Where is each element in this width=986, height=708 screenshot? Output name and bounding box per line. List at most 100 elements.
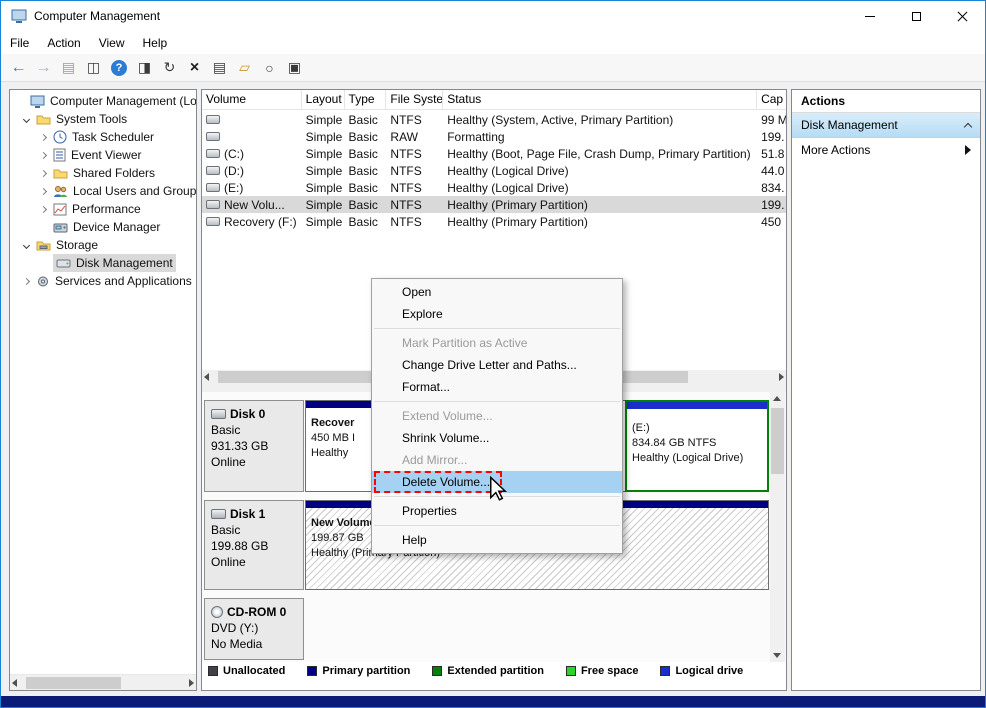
properties-icon[interactable]: ▤ xyxy=(207,56,232,80)
minimize-icon xyxy=(865,16,875,17)
graphical-view-vertical-scrollbar[interactable] xyxy=(770,392,785,662)
volume-icon xyxy=(206,132,220,141)
actions-section-disk-management[interactable]: Disk Management xyxy=(792,113,980,138)
legend-free-space: Free space xyxy=(566,665,638,677)
volume-table: SimpleBasic NTFSHealthy (System, Active,… xyxy=(202,111,786,230)
actions-panel: Actions Disk Management More Actions xyxy=(791,89,981,691)
tree-item-task-scheduler[interactable]: Task Scheduler xyxy=(10,128,196,146)
mouse-cursor-icon xyxy=(489,476,507,502)
window-title: Computer Management xyxy=(34,9,160,23)
menu-item-change-drive-letter[interactable]: Change Drive Letter and Paths... xyxy=(372,354,622,376)
chevron-right-icon[interactable] xyxy=(40,187,47,194)
device-manager-icon xyxy=(53,221,68,233)
tree-item-performance[interactable]: Performance xyxy=(10,200,196,218)
volume-icon xyxy=(206,183,220,192)
cdrom-header[interactable]: CD-ROM 0 DVD (Y:) No Media xyxy=(204,598,304,660)
menu-item-format[interactable]: Format... xyxy=(372,376,622,398)
scroll-up-icon[interactable] xyxy=(773,396,781,401)
disk-1-header[interactable]: Disk 1 Basic 199.88 GB Online xyxy=(204,500,304,590)
tree-horizontal-scrollbar[interactable] xyxy=(10,674,196,690)
minimize-button[interactable] xyxy=(847,1,893,31)
forward-icon[interactable]: → xyxy=(31,56,56,80)
scroll-left-icon[interactable] xyxy=(204,373,209,381)
tree-item-device-manager[interactable]: Device Manager xyxy=(10,218,196,236)
column-volume[interactable]: Volume xyxy=(202,90,302,109)
partition-recovery[interactable]: Recover 450 MB I Healthy xyxy=(305,400,372,492)
volume-table-header: Volume Layout Type File System Status Ca… xyxy=(202,90,786,110)
computer-management-window: Computer Management File Action View Hel… xyxy=(0,0,986,708)
tree-item-storage[interactable]: Storage xyxy=(10,236,196,254)
menu-view[interactable]: View xyxy=(90,31,134,54)
menu-action[interactable]: Action xyxy=(38,31,89,54)
export-list-icon[interactable]: ▤ xyxy=(56,56,81,80)
legend-logical-drive: Logical drive xyxy=(660,665,743,677)
legend-color-swatch xyxy=(208,666,218,676)
disk-name: CD-ROM 0 xyxy=(227,604,286,620)
chevron-right-icon[interactable] xyxy=(40,169,47,176)
tree-item-services-and-applications[interactable]: Services and Applications xyxy=(10,272,196,290)
menu-item-properties[interactable]: Properties xyxy=(372,500,622,522)
computer-icon xyxy=(30,95,45,108)
menu-item-open[interactable]: Open xyxy=(372,281,622,303)
open-folder-icon[interactable]: ▱ xyxy=(232,56,257,80)
table-row[interactable]: Recovery (F:) SimpleBasic NTFSHealthy (P… xyxy=(202,213,786,230)
window-bottom-edge xyxy=(1,696,985,707)
chevron-up-icon[interactable] xyxy=(964,122,972,130)
views-icon[interactable]: ▣ xyxy=(282,56,307,80)
tree-item-event-viewer[interactable]: Event Viewer xyxy=(10,146,196,164)
tree-item-system-tools[interactable]: System Tools xyxy=(10,110,196,128)
disk-0-header[interactable]: Disk 0 Basic 931.33 GB Online xyxy=(204,400,304,492)
partition-e[interactable]: (E:) 834.84 GB NTFS Healthy (Logical Dri… xyxy=(625,400,769,492)
table-row[interactable]: (E:) SimpleBasic NTFSHealthy (Logical Dr… xyxy=(202,179,786,196)
toolbar: ← → ▤ ◫ ? ◨ ↻ × ▤ ▱ ○ ▣ xyxy=(1,54,985,82)
chevron-right-icon[interactable] xyxy=(40,151,47,158)
table-row[interactable]: (C:) SimpleBasic NTFSHealthy (Boot, Page… xyxy=(202,145,786,162)
scrollbar-thumb[interactable] xyxy=(771,408,784,474)
scroll-right-icon[interactable] xyxy=(189,679,194,687)
tree-item-shared-folders[interactable]: Shared Folders xyxy=(10,164,196,182)
scroll-right-icon[interactable] xyxy=(779,373,784,381)
delete-icon[interactable]: × xyxy=(182,56,207,80)
column-capacity[interactable]: Cap xyxy=(757,90,786,109)
title-bar: Computer Management xyxy=(1,1,985,31)
chevron-right-icon[interactable] xyxy=(40,205,47,212)
scroll-left-icon[interactable] xyxy=(12,679,17,687)
table-row[interactable]: SimpleBasic NTFSHealthy (System, Active,… xyxy=(202,111,786,128)
menu-item-explore[interactable]: Explore xyxy=(372,303,622,325)
chevron-down-icon[interactable] xyxy=(23,115,30,122)
column-status[interactable]: Status xyxy=(443,90,757,109)
maximize-button[interactable] xyxy=(893,1,939,31)
tree-item-disk-management[interactable]: Disk Management xyxy=(10,254,196,272)
table-row[interactable]: (D:) SimpleBasic NTFSHealthy (Logical Dr… xyxy=(202,162,786,179)
scrollbar-thumb[interactable] xyxy=(26,677,121,689)
chevron-right-icon[interactable] xyxy=(40,133,47,140)
scroll-down-icon[interactable] xyxy=(773,653,781,658)
event-viewer-icon xyxy=(53,148,66,162)
chevron-down-icon[interactable] xyxy=(23,241,30,248)
refresh-icon[interactable]: ↻ xyxy=(157,56,182,80)
menu-item-help[interactable]: Help xyxy=(372,529,622,551)
disk-icon xyxy=(211,509,226,519)
chevron-right-icon[interactable] xyxy=(23,277,30,284)
performance-icon xyxy=(53,203,67,216)
tree-item-local-users-and-groups[interactable]: Local Users and Groups xyxy=(10,182,196,200)
menu-file[interactable]: File xyxy=(1,31,38,54)
show-console-tree-icon[interactable]: ◫ xyxy=(81,56,106,80)
menu-item-shrink-volume[interactable]: Shrink Volume... xyxy=(372,427,622,449)
show-action-pane-icon[interactable]: ◨ xyxy=(132,56,157,80)
table-row[interactable]: SimpleBasic RAWFormatting 199. xyxy=(202,128,786,145)
more-actions-item[interactable]: More Actions xyxy=(792,138,980,161)
close-button[interactable] xyxy=(939,1,985,31)
back-icon[interactable]: ← xyxy=(6,56,31,80)
tree-item-computer-management[interactable]: Computer Management (Local xyxy=(10,92,196,110)
legend-primary-partition: Primary partition xyxy=(307,665,410,677)
table-row-selected[interactable]: New Volu... SimpleBasic NTFSHealthy (Pri… xyxy=(202,196,786,213)
find-icon[interactable]: ○ xyxy=(257,56,282,80)
menu-bar: File Action View Help xyxy=(1,31,985,54)
partition-color-strip xyxy=(306,401,371,408)
column-layout[interactable]: Layout xyxy=(302,90,345,109)
help-icon[interactable]: ? xyxy=(111,60,127,76)
menu-help[interactable]: Help xyxy=(134,31,177,54)
column-file-system[interactable]: File System xyxy=(386,90,443,109)
column-type[interactable]: Type xyxy=(345,90,387,109)
